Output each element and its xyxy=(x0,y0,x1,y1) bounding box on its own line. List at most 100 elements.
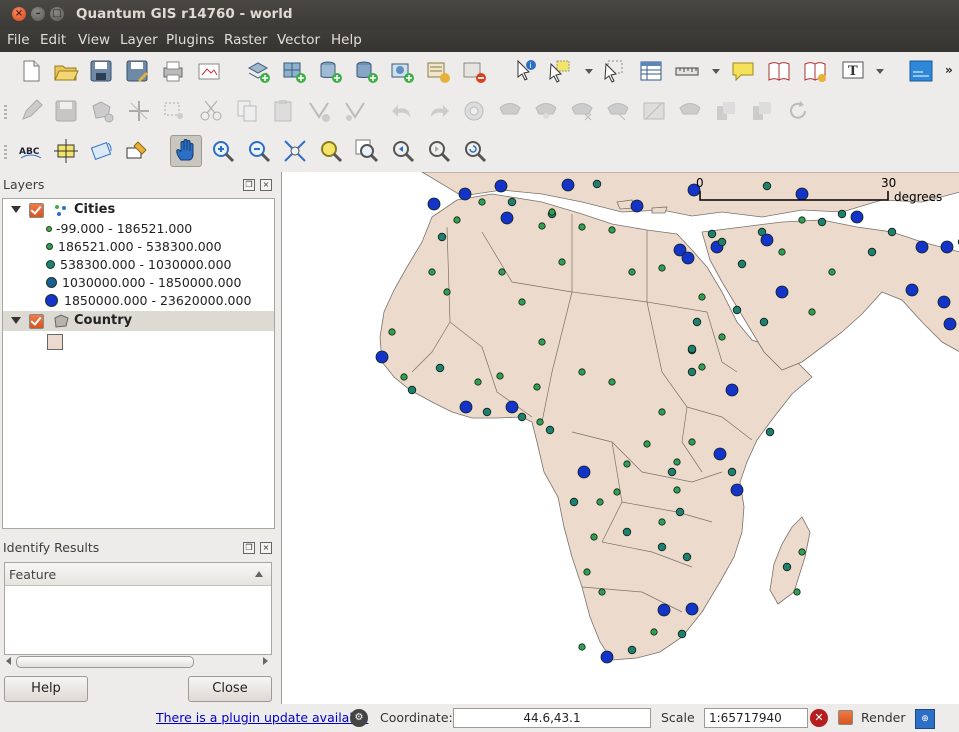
toolbar-overflow-icon[interactable]: » xyxy=(945,63,953,77)
add-postgis-layer-icon[interactable] xyxy=(317,58,343,84)
menu-help[interactable]: Help xyxy=(331,32,362,48)
close-panel-icon[interactable]: × xyxy=(260,542,272,554)
toolbar-grip[interactable] xyxy=(4,145,7,159)
deselect-features-icon[interactable] xyxy=(600,58,626,84)
help-button[interactable]: Help xyxy=(4,676,88,702)
rotate-label-icon[interactable] xyxy=(88,138,114,164)
refresh-map-icon[interactable] xyxy=(462,138,488,164)
plugin-icon[interactable]: ⚙ xyxy=(350,709,368,727)
menu-vector[interactable]: Vector xyxy=(277,32,320,48)
move-feature-icon[interactable] xyxy=(126,98,152,124)
zoom-next-icon[interactable] xyxy=(426,138,452,164)
attribute-table-icon[interactable] xyxy=(638,58,664,84)
annotation-dropdown-icon[interactable] xyxy=(876,69,884,74)
menu-raster[interactable]: Raster xyxy=(224,32,268,48)
measure-line-icon[interactable] xyxy=(674,58,700,84)
copy-features-icon[interactable] xyxy=(234,98,260,124)
split-features-icon[interactable] xyxy=(641,98,667,124)
delete-part-icon[interactable] xyxy=(569,98,595,124)
menu-layer[interactable]: Layer xyxy=(120,32,158,48)
layer-visibility-checkbox[interactable] xyxy=(29,314,44,329)
text-annotation-icon[interactable]: T xyxy=(840,58,866,84)
add-ring-icon[interactable] xyxy=(342,98,368,124)
projection-icon[interactable]: ⊕ xyxy=(915,709,935,729)
change-label-icon[interactable] xyxy=(124,138,150,164)
delete-selected-icon[interactable] xyxy=(306,98,332,124)
toolbar-grip[interactable] xyxy=(4,105,7,119)
new-bookmark-icon[interactable] xyxy=(766,58,792,84)
redo-icon[interactable] xyxy=(425,98,451,124)
map-canvas[interactable]: 0 30 degrees xyxy=(281,172,959,704)
zoom-to-layer-icon[interactable] xyxy=(354,138,380,164)
layer-visibility-checkbox[interactable] xyxy=(29,203,44,218)
label-tool-icon[interactable]: ABC xyxy=(18,138,44,164)
add-raster-layer-icon[interactable] xyxy=(281,58,307,84)
identify-results-table[interactable]: Feature xyxy=(4,562,272,655)
pan-map-icon[interactable] xyxy=(170,135,202,167)
print-composer-icon[interactable] xyxy=(160,58,186,84)
add-feature-icon[interactable] xyxy=(89,98,115,124)
simplify-feature-icon[interactable] xyxy=(461,98,487,124)
add-part-icon[interactable] xyxy=(497,98,523,124)
identify-features-icon[interactable]: i xyxy=(512,58,538,84)
merge-selected-icon[interactable] xyxy=(713,98,739,124)
menu-file[interactable]: File xyxy=(7,32,30,48)
coordinate-field[interactable]: 44.6,43.1 xyxy=(453,708,651,728)
rotate-symbols-icon[interactable] xyxy=(785,98,811,124)
zoom-out-icon[interactable] xyxy=(246,138,272,164)
save-project-icon[interactable] xyxy=(88,58,114,84)
save-edits-icon[interactable] xyxy=(53,98,79,124)
zoom-last-icon[interactable] xyxy=(390,138,416,164)
menu-view[interactable]: View xyxy=(78,32,110,48)
merge-attributes-icon[interactable] xyxy=(749,98,775,124)
node-tool-icon[interactable] xyxy=(162,98,188,124)
select-features-icon[interactable] xyxy=(546,58,572,84)
undo-icon[interactable] xyxy=(390,98,416,124)
reshape-features-icon[interactable] xyxy=(605,98,631,124)
float-panel-icon[interactable]: ❐ xyxy=(243,179,255,191)
add-vector-layer-icon[interactable] xyxy=(245,58,271,84)
python-console-icon[interactable] xyxy=(908,58,934,84)
scroll-left-icon[interactable] xyxy=(6,657,11,665)
close-panel-icon[interactable]: × xyxy=(260,179,272,191)
feature-column-header[interactable]: Feature xyxy=(5,563,271,586)
select-dropdown-icon[interactable] xyxy=(585,69,593,74)
toggle-editing-icon[interactable] xyxy=(18,98,44,124)
horizontal-scrollbar[interactable] xyxy=(4,654,270,668)
map-tips-icon[interactable] xyxy=(730,58,756,84)
measure-dropdown-icon[interactable] xyxy=(712,69,720,74)
expand-icon[interactable] xyxy=(11,317,21,324)
menu-edit[interactable]: Edit xyxy=(40,32,66,48)
stop-render-icon[interactable]: ✕ xyxy=(810,709,828,727)
remove-layer-icon[interactable] xyxy=(461,58,487,84)
layer-row-cities[interactable]: Cities xyxy=(3,200,274,220)
window-close-button[interactable]: × xyxy=(12,7,26,21)
show-bookmarks-icon[interactable] xyxy=(802,58,828,84)
render-checkbox[interactable] xyxy=(838,710,853,725)
zoom-full-icon[interactable] xyxy=(282,138,308,164)
add-wms-layer-icon[interactable] xyxy=(389,58,415,84)
plugin-update-link[interactable]: There is a plugin update available xyxy=(156,710,368,725)
float-panel-icon[interactable]: ❐ xyxy=(243,542,255,554)
open-project-icon[interactable] xyxy=(53,58,79,84)
delete-ring-icon[interactable] xyxy=(533,98,559,124)
zoom-to-selection-icon[interactable] xyxy=(318,138,344,164)
expand-icon[interactable] xyxy=(11,206,21,213)
offset-curve-icon[interactable] xyxy=(677,98,703,124)
zoom-in-icon[interactable] xyxy=(210,138,236,164)
add-spatialite-layer-icon[interactable] xyxy=(353,58,379,84)
menu-plugins[interactable]: Plugins xyxy=(166,32,214,48)
window-minimize-button[interactable]: – xyxy=(31,7,45,21)
paste-features-icon[interactable] xyxy=(270,98,296,124)
close-button[interactable]: Close xyxy=(188,676,272,702)
layer-row-country[interactable]: Country xyxy=(3,311,274,331)
scroll-right-icon[interactable] xyxy=(263,657,268,665)
cut-features-icon[interactable] xyxy=(198,98,224,124)
composer-manager-icon[interactable] xyxy=(196,58,222,84)
scale-field[interactable]: 1:65717940 xyxy=(704,708,808,728)
move-label-icon[interactable] xyxy=(53,138,79,164)
new-shapefile-layer-icon[interactable] xyxy=(425,58,451,84)
scrollbar-thumb[interactable] xyxy=(16,656,194,668)
new-project-icon[interactable] xyxy=(18,58,44,84)
save-as-icon[interactable] xyxy=(124,58,150,84)
